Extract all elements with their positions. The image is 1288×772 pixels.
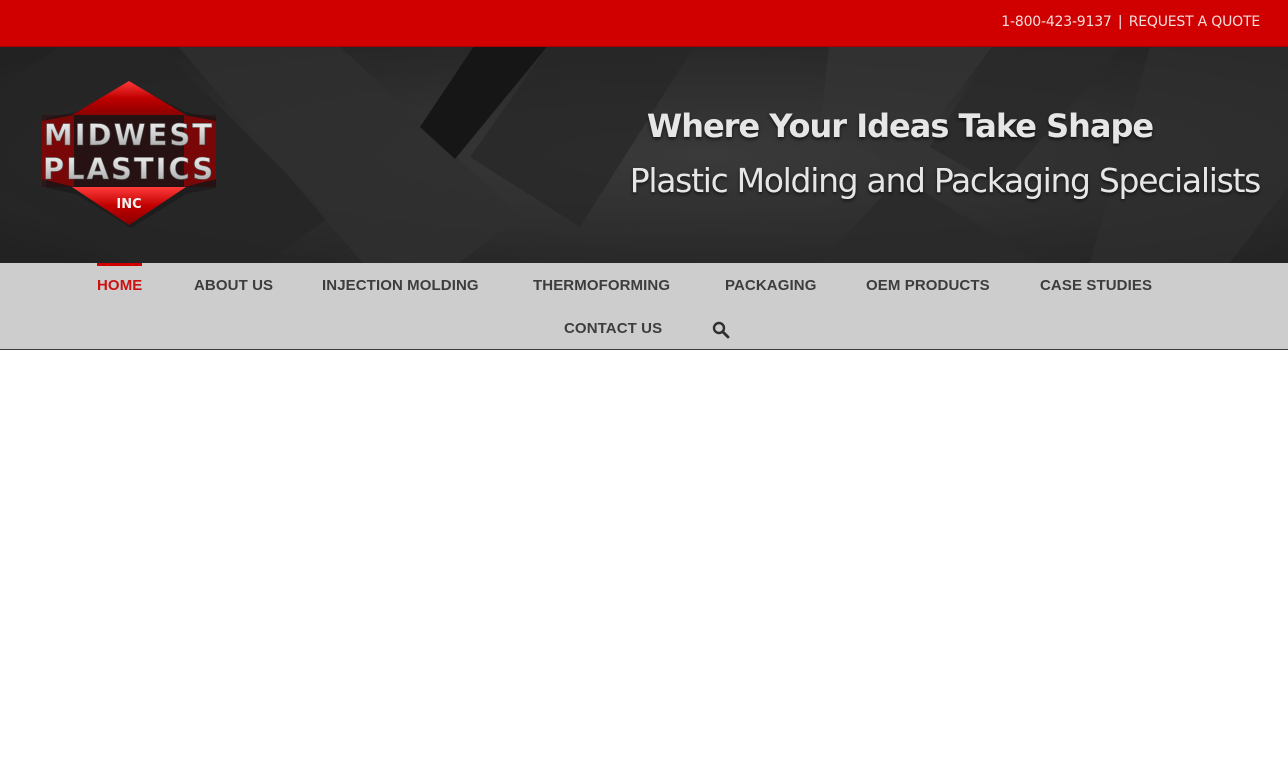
hero-banner: MIDWEST PLASTICS INC Where Your Ideas Ta… (0, 47, 1288, 263)
page-content (0, 351, 1288, 772)
search-icon[interactable] (712, 321, 730, 339)
hero-tagline: Where Your Ideas Take Shape (646, 107, 1154, 145)
top-bar: 1-800-423-9137 | REQUEST A QUOTE (0, 0, 1288, 47)
nav-item-injection-molding[interactable]: INJECTION MOLDING (322, 277, 479, 307)
nav-item-about-us[interactable]: ABOUT US (194, 277, 273, 307)
svg-text:INC: INC (116, 197, 141, 212)
hero-subtagline: Plastic Molding and Packaging Specialist… (629, 161, 1262, 200)
svg-text:PLASTICS: PLASTICS (43, 152, 215, 186)
nav-item-contact-us[interactable]: CONTACT US (564, 320, 662, 350)
top-bar-links: 1-800-423-9137 | REQUEST A QUOTE (1001, 14, 1260, 30)
main-nav: HOME ABOUT US INJECTION MOLDING THERMOFO… (0, 263, 1288, 350)
midwest-plastics-logo[interactable]: MIDWEST PLASTICS INC (34, 79, 224, 229)
svg-text:MIDWEST: MIDWEST (44, 118, 214, 152)
nav-item-packaging[interactable]: PACKAGING (725, 277, 816, 307)
nav-item-oem-products[interactable]: OEM PRODUCTS (866, 277, 990, 307)
nav-item-thermoforming[interactable]: THERMOFORMING (533, 277, 670, 307)
phone-link[interactable]: 1-800-423-9137 (1001, 14, 1112, 30)
request-quote-link[interactable]: REQUEST A QUOTE (1129, 14, 1260, 30)
nav-item-home[interactable]: HOME (97, 263, 143, 307)
separator: | (1117, 14, 1123, 30)
nav-item-case-studies[interactable]: CASE STUDIES (1040, 277, 1152, 307)
